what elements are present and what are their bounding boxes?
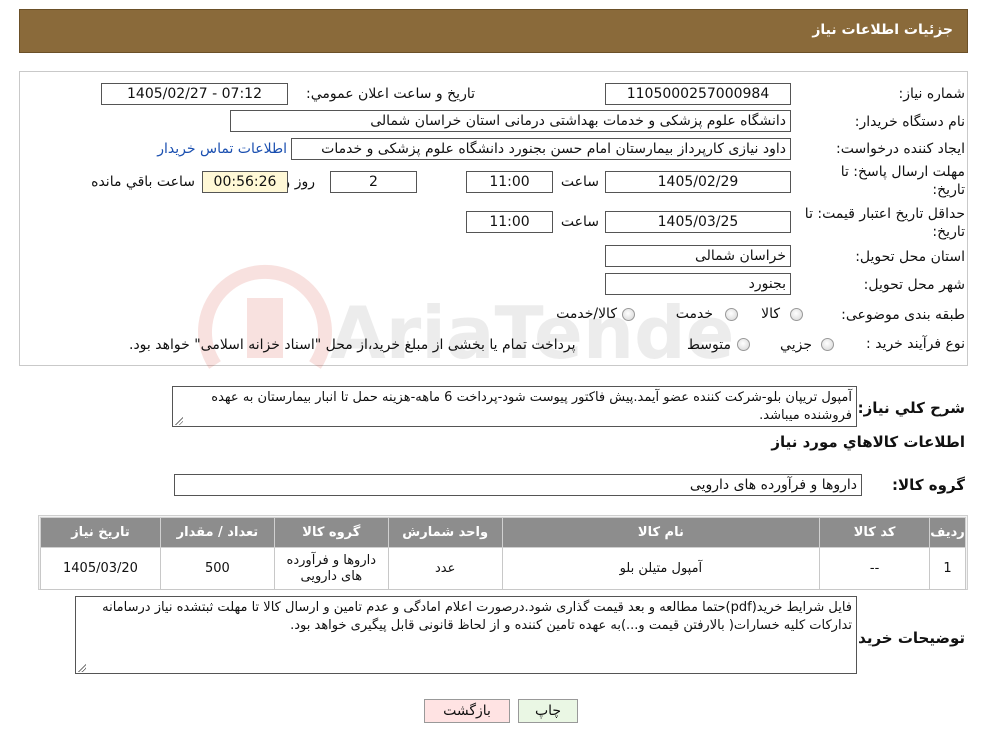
cell-code: -- bbox=[819, 547, 931, 590]
reply-deadline-label-2: تاریخ: bbox=[932, 182, 965, 198]
col-header-date: تاریخ نیاز bbox=[40, 517, 161, 548]
table-row: 1 -- آمپول متیلن بلو عدد داروها و فرآورد… bbox=[40, 547, 966, 590]
category-radio-service[interactable] bbox=[725, 308, 738, 321]
cell-qty: 500 bbox=[159, 547, 275, 590]
goods-table: رديف کد کالا نام کالا واحد شمارش گروه کا… bbox=[40, 517, 966, 590]
days-label: روز و bbox=[283, 174, 316, 190]
validity-date-field: 1405/03/25 bbox=[605, 211, 791, 233]
cell-date: 1405/03/20 bbox=[40, 547, 161, 590]
need-number-field: 1105000257000984 bbox=[605, 83, 791, 105]
col-header-qty: تعداد / مقدار bbox=[159, 517, 275, 548]
resize-grip-icon[interactable] bbox=[174, 416, 183, 425]
remaining-time-field: 00:56:26 bbox=[202, 171, 288, 193]
remaining-label: ساعت باقي مانده bbox=[91, 174, 195, 190]
col-header-name: نام کالا bbox=[501, 517, 821, 548]
buyer-org-field: دانشگاه علوم پزشکی و خدمات بهداشتی درمان… bbox=[230, 110, 791, 132]
validity-label: حداقل تاریخ اعتبار قیمت: تا bbox=[804, 206, 965, 222]
process-note: پرداخت تمام یا بخشی از مبلغ خرید،از محل … bbox=[129, 337, 576, 353]
buyer-notes-label: توضیحات خریدار: bbox=[838, 629, 965, 647]
cell-group: داروها و فرآورده های دارویی bbox=[273, 547, 389, 590]
col-header-code: کد کالا bbox=[819, 517, 931, 548]
reply-deadline-label: مهلت ارسال پاسخ: تا bbox=[840, 164, 965, 180]
buyer-notes-text: فایل شرایط خرید(pdf)حتما مطالعه و بعد قی… bbox=[102, 600, 852, 633]
page-header: جزئیات اطلاعات نیاز bbox=[19, 9, 968, 53]
need-number-label: شماره نیاز: bbox=[898, 86, 966, 102]
category-label: طبقه بندی موضوعی: bbox=[841, 307, 965, 323]
col-header-group: گروه کالا bbox=[273, 517, 389, 548]
description-text: آمپول تریپان بلو-شرکت کننده عضو آیمد.پیش… bbox=[211, 390, 852, 423]
col-header-row-number: رديف bbox=[929, 517, 966, 548]
back-button[interactable]: بازگشت bbox=[424, 699, 510, 723]
category-radio-goods[interactable] bbox=[790, 308, 803, 321]
buyer-contact-link[interactable]: اطلاعات تماس خریدار bbox=[157, 141, 287, 157]
category-option-both: کالا/خدمت bbox=[556, 306, 617, 322]
creator-field: داود نیازی کارپرداز بیمارستان امام حسن ب… bbox=[291, 138, 791, 160]
reply-time-field: 11:00 bbox=[466, 171, 553, 193]
table-header-row: رديف کد کالا نام کالا واحد شمارش گروه کا… bbox=[40, 517, 966, 548]
description-textarea[interactable]: آمپول تریپان بلو-شرکت کننده عضو آیمد.پیش… bbox=[172, 386, 857, 427]
process-radio-medium[interactable] bbox=[737, 338, 750, 351]
city-label: شهر محل تحویل: bbox=[863, 277, 965, 293]
reply-time-label: ساعت bbox=[560, 174, 599, 190]
resize-grip-icon[interactable] bbox=[77, 663, 86, 672]
announce-field: 1405/02/27 - 07:12 bbox=[101, 83, 288, 105]
validity-time-field: 11:00 bbox=[466, 211, 553, 233]
city-field: بجنورد bbox=[605, 273, 791, 295]
validity-time-label: ساعت bbox=[560, 214, 599, 230]
category-option-service: خدمت bbox=[675, 306, 713, 322]
process-option-minor: جزيي bbox=[780, 337, 812, 353]
goods-group-label: گروه کالا: bbox=[892, 476, 965, 494]
category-option-goods: کالا bbox=[761, 306, 780, 322]
process-label: نوع فرآیند خرید : bbox=[866, 336, 965, 352]
page-title: جزئیات اطلاعات نیاز bbox=[812, 22, 953, 38]
buyer-notes-textarea[interactable]: فایل شرایط خرید(pdf)حتما مطالعه و بعد قی… bbox=[75, 596, 857, 674]
announce-label: تاریخ و ساعت اعلان عمومي: bbox=[306, 86, 475, 102]
days-field: 2 bbox=[330, 171, 417, 193]
reply-date-field: 1405/02/29 bbox=[605, 171, 791, 193]
creator-label: ایجاد کننده درخواست: bbox=[836, 141, 965, 157]
print-button[interactable]: چاپ bbox=[518, 699, 578, 723]
goods-group-field: داروها و فرآورده های دارویی bbox=[174, 474, 862, 496]
cell-name: آمپول متیلن بلو bbox=[501, 547, 821, 590]
province-field: خراسان شمالی bbox=[605, 245, 791, 267]
process-radio-minor[interactable] bbox=[821, 338, 834, 351]
validity-label-2: تاریخ: bbox=[932, 224, 965, 240]
watermark-text: AriaTender.neT bbox=[330, 291, 735, 375]
buyer-org-label: نام دستگاه خریدار: bbox=[854, 114, 965, 130]
goods-section-title: اطلاعات کالاهاي مورد نياز bbox=[771, 433, 965, 451]
cell-row-number: 1 bbox=[929, 547, 966, 590]
cell-unit: عدد bbox=[387, 547, 503, 590]
description-label: شرح کلي نياز: bbox=[857, 399, 965, 417]
province-label: استان محل تحویل: bbox=[855, 249, 965, 265]
category-radio-both[interactable] bbox=[622, 308, 635, 321]
col-header-unit: واحد شمارش bbox=[387, 517, 503, 548]
